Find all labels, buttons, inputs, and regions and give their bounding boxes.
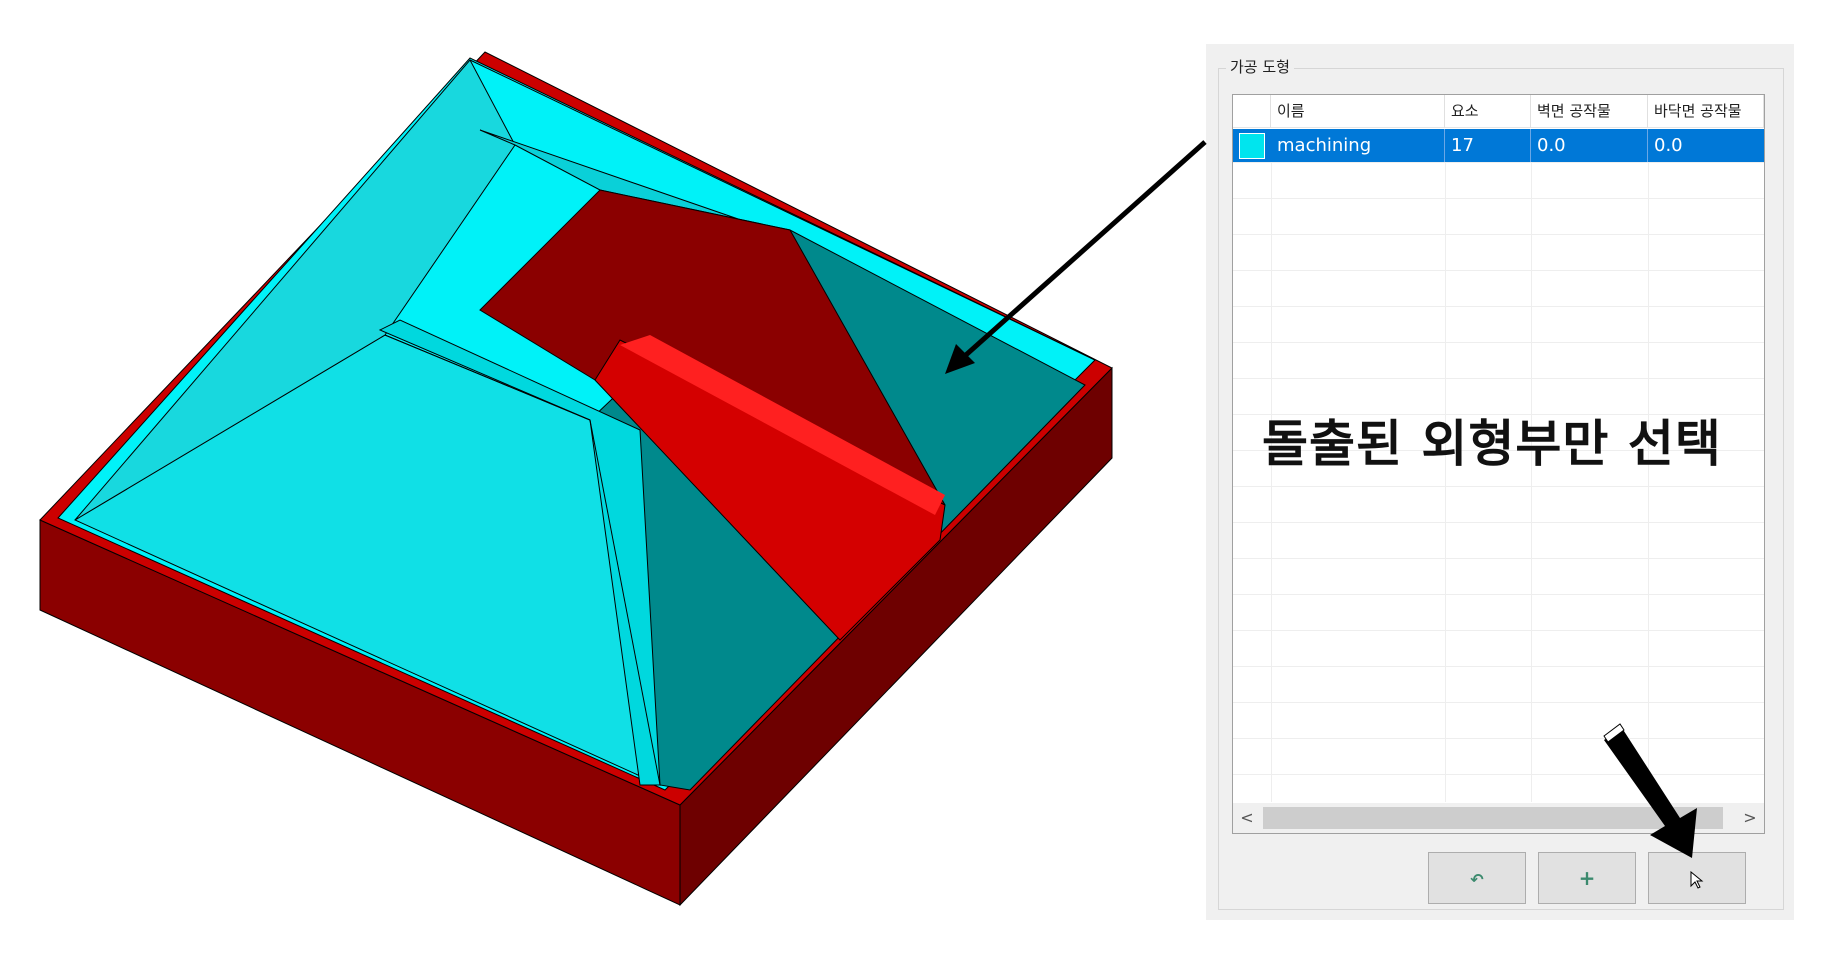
horizontal-scrollbar[interactable]: < >	[1233, 803, 1764, 833]
grid-row-line	[1233, 486, 1764, 487]
col-header-elements[interactable]: 요소	[1445, 95, 1531, 128]
group-title: 가공 도형	[1226, 56, 1294, 77]
undo-icon: ↶	[1470, 870, 1484, 889]
grid-col-line	[1271, 162, 1272, 802]
col-header-color[interactable]	[1233, 95, 1271, 128]
grid-row-line	[1233, 558, 1764, 559]
grid-row-line	[1233, 738, 1764, 739]
col-header-floor-stock[interactable]: 바닥면 공작물	[1648, 95, 1764, 128]
cell-wall-stock[interactable]: 0.0	[1531, 129, 1648, 162]
grid-row-line	[1233, 774, 1764, 775]
cell-floor-stock[interactable]: 0.0	[1648, 129, 1764, 162]
add-button[interactable]: +	[1538, 852, 1636, 904]
col-header-wall-stock[interactable]: 벽면 공작물	[1531, 95, 1648, 128]
grid-row-line	[1233, 234, 1764, 235]
grid-row-line	[1233, 666, 1764, 667]
grid-row-line	[1233, 522, 1764, 523]
machined-part-model[interactable]	[0, 0, 1180, 952]
cell-elements[interactable]: 17	[1445, 129, 1531, 162]
col-header-name[interactable]: 이름	[1271, 95, 1445, 128]
grid-row-line	[1233, 630, 1764, 631]
grid-row-line	[1233, 594, 1764, 595]
scrollbar-thumb[interactable]	[1263, 807, 1723, 829]
grid-row-line	[1233, 378, 1764, 379]
scroll-right-arrow[interactable]: >	[1736, 803, 1764, 833]
row-color-swatch[interactable]	[1239, 133, 1265, 159]
grid-row-line	[1233, 198, 1764, 199]
cad-3d-viewport[interactable]	[0, 0, 1180, 952]
scroll-left-arrow[interactable]: <	[1233, 803, 1261, 833]
undo-button[interactable]: ↶	[1428, 852, 1526, 904]
grid-row-line	[1233, 162, 1764, 163]
grid-row-line	[1233, 306, 1764, 307]
grid-col-line	[1531, 162, 1532, 802]
grid-col-line	[1445, 162, 1446, 802]
add-icon: +	[1578, 866, 1596, 890]
cell-name[interactable]: machining	[1271, 129, 1445, 162]
cursor-icon	[1690, 870, 1704, 889]
grid-col-line	[1648, 162, 1649, 802]
grid-row-line	[1233, 342, 1764, 343]
grid-row-line	[1233, 702, 1764, 703]
annotation-caption: 돌출된 외형부만 선택	[1262, 415, 1722, 473]
pick-button[interactable]	[1648, 852, 1746, 904]
grid-row-line	[1233, 270, 1764, 271]
